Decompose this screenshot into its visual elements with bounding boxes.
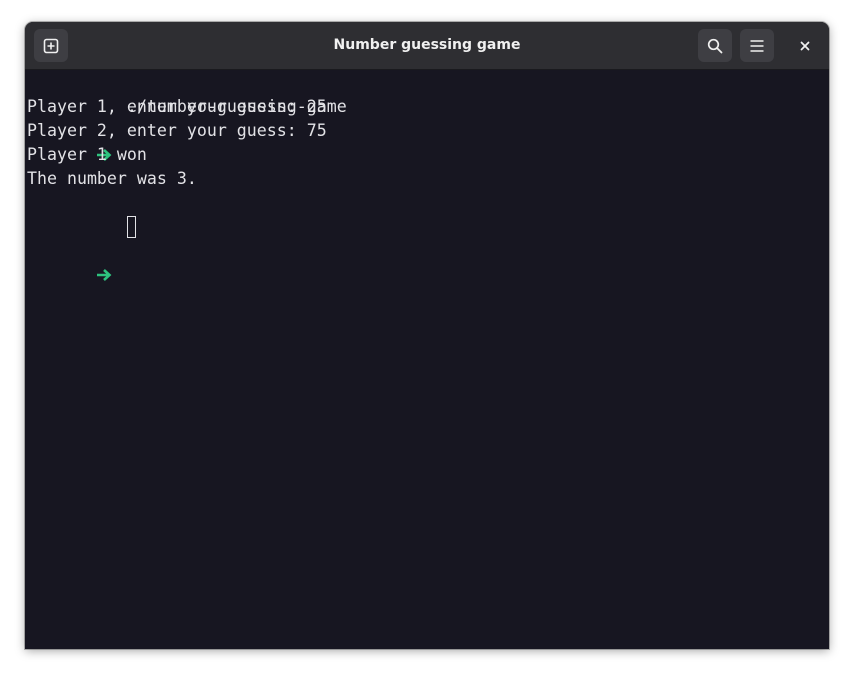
prompt-line	[27, 191, 136, 281]
close-icon	[800, 41, 810, 50]
output-line: The number was 3.	[27, 169, 197, 188]
header-bar: Number guessing game	[25, 22, 829, 70]
text-cursor	[126, 216, 136, 238]
prompt-arrow-icon	[87, 215, 127, 330]
terminal-window: Number guessing game ./number-guessing-g…	[25, 22, 829, 649]
command-line: ./number-guessing-game	[27, 71, 347, 161]
output-line: Player 2, enter your guess: 75	[27, 121, 327, 140]
output-line: Player 1, enter your guess: 25	[27, 97, 327, 116]
search-button[interactable]	[698, 29, 732, 62]
close-button[interactable]	[788, 29, 822, 62]
search-icon	[707, 38, 723, 53]
output-line: Player 1 won	[27, 145, 147, 164]
terminal-view[interactable]: ./number-guessing-game Player 1, enter y…	[25, 70, 829, 649]
main-menu-button[interactable]	[740, 29, 774, 62]
hamburger-menu-icon	[750, 39, 764, 52]
